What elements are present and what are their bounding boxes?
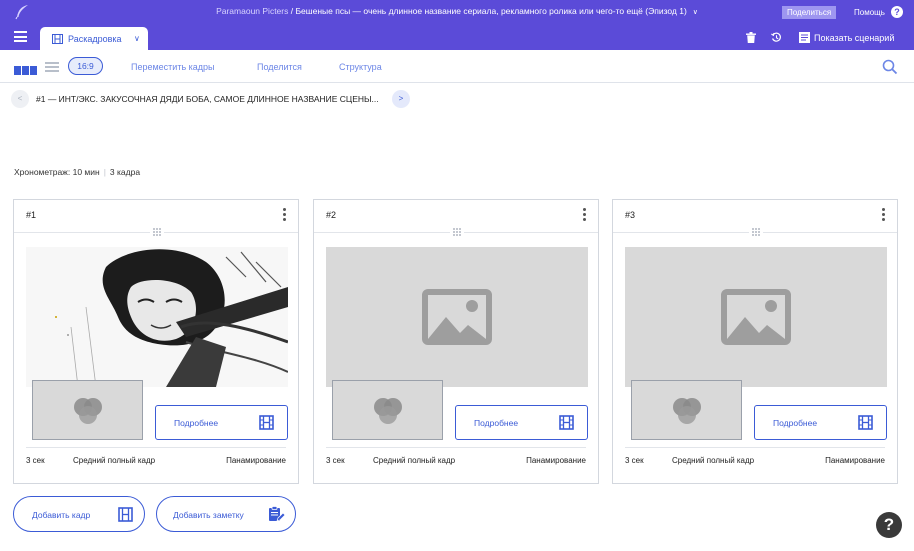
frame-number: #1	[26, 210, 37, 220]
more-options-icon[interactable]	[583, 208, 587, 223]
divider	[26, 447, 286, 448]
venn-placeholder-icon	[374, 398, 402, 424]
top-bar: Paramaoun Picters / Бешеные псы — очень …	[0, 0, 914, 24]
film-icon	[118, 507, 133, 522]
camera-movement[interactable]: Панамирование	[226, 456, 286, 465]
project-name: Бешеные псы — очень длинное название сер…	[295, 6, 687, 16]
film-icon	[559, 415, 574, 430]
add-note-label: Добавить заметку	[173, 510, 244, 520]
next-scene-button[interactable]: >	[392, 90, 410, 108]
help-fab-button[interactable]: ?	[876, 512, 902, 538]
chevron-down-icon[interactable]: ∨	[693, 9, 698, 16]
details-label: Подробнее	[174, 418, 219, 428]
divider	[326, 447, 586, 448]
total-duration: Хронометраж: 10 мин	[14, 167, 100, 177]
scene-title[interactable]: #1 — ИНТ/ЭКС. ЗАКУСОЧНАЯ ДЯДИ БОБА, САМО…	[36, 94, 379, 104]
frame-number: #3	[625, 210, 636, 220]
frame-image[interactable]	[26, 247, 288, 387]
summary-separator: |	[103, 167, 106, 177]
drag-handle-icon[interactable]	[150, 226, 164, 238]
share-link[interactable]: Поделится	[257, 62, 302, 72]
drag-handle-icon[interactable]	[450, 226, 464, 238]
aspect-ratio-button[interactable]: 16:9	[68, 57, 103, 75]
add-frame-label: Добавить кадр	[32, 510, 91, 520]
chevron-down-icon[interactable]: ∨	[134, 34, 140, 43]
divider	[625, 447, 885, 448]
camera-movement[interactable]: Панамирование	[526, 456, 586, 465]
frame-image[interactable]	[326, 247, 588, 387]
frame-duration[interactable]: 3 сек	[326, 456, 345, 465]
project-title[interactable]: Paramaoun Picters / Бешеные псы — очень …	[0, 6, 914, 16]
structure-link[interactable]: Структура	[339, 62, 382, 72]
drag-handle-icon[interactable]	[749, 226, 763, 238]
film-icon	[259, 415, 274, 430]
details-label: Подробнее	[773, 418, 818, 428]
more-options-icon[interactable]	[882, 208, 886, 223]
frame-card: #3 Подробнее 3 сек Средний полный кадр П…	[612, 199, 898, 484]
camera-movement[interactable]: Панамирование	[825, 456, 885, 465]
trash-icon[interactable]	[746, 32, 756, 43]
prev-scene-button[interactable]: <	[11, 90, 29, 108]
frame-card: #1 Подробнее 3 сек Средний полный кадр П…	[13, 199, 299, 484]
search-icon[interactable]	[882, 59, 898, 75]
frame-count: 3 кадра	[109, 167, 141, 177]
tab-bar: Раскадровка ∨ Показать сценарий	[0, 24, 914, 50]
storyboard-sketch	[26, 247, 288, 387]
edit-note-icon	[269, 506, 285, 522]
help-icon[interactable]: ?	[891, 6, 903, 18]
toolbar: 16:9 Переместить кадры Поделится Структу…	[0, 50, 914, 83]
image-placeholder-icon	[422, 289, 492, 345]
venn-placeholder-icon	[673, 398, 701, 424]
list-view-icon[interactable]	[45, 62, 59, 72]
film-icon	[858, 415, 873, 430]
show-script-button[interactable]: Показать сценарий	[814, 33, 894, 43]
details-button[interactable]: Подробнее	[754, 405, 887, 440]
venn-placeholder-icon	[74, 398, 102, 424]
frame-number: #2	[326, 210, 337, 220]
history-icon[interactable]	[771, 32, 782, 43]
image-placeholder-icon	[721, 289, 791, 345]
help-link[interactable]: Помощь	[854, 6, 885, 19]
company-name: Paramaoun Picters	[216, 6, 289, 16]
frame-duration[interactable]: 3 сек	[26, 456, 45, 465]
menu-icon[interactable]	[14, 31, 27, 42]
shot-type[interactable]: Средний полный кадр	[672, 456, 754, 465]
film-icon	[52, 34, 63, 44]
frame-image[interactable]	[625, 247, 887, 387]
script-icon[interactable]	[799, 32, 810, 43]
details-button[interactable]: Подробнее	[455, 405, 588, 440]
tab-storyboard-label: Раскадровка	[68, 34, 122, 44]
shot-type[interactable]: Средний полный кадр	[73, 456, 155, 465]
reference-image[interactable]	[32, 380, 143, 440]
add-note-button[interactable]: Добавить заметку	[156, 496, 296, 532]
frame-duration[interactable]: 3 сек	[625, 456, 644, 465]
shot-type[interactable]: Средний полный кадр	[373, 456, 455, 465]
frame-card: #2 Подробнее 3 сек Средний полный кадр П…	[313, 199, 599, 484]
details-button[interactable]: Подробнее	[155, 405, 288, 440]
reference-image[interactable]	[631, 380, 742, 440]
scene-summary: Хронометраж: 10 мин | 3 кадра	[14, 167, 140, 177]
reference-image[interactable]	[332, 380, 443, 440]
details-label: Подробнее	[474, 418, 519, 428]
grid-view-icon[interactable]	[14, 62, 38, 80]
move-frames-button[interactable]: Переместить кадры	[131, 62, 215, 72]
add-frame-button[interactable]: Добавить кадр	[13, 496, 145, 532]
more-options-icon[interactable]	[283, 208, 287, 223]
share-button[interactable]: Поделиться	[782, 6, 837, 19]
tab-storyboard[interactable]: Раскадровка ∨	[40, 27, 148, 50]
